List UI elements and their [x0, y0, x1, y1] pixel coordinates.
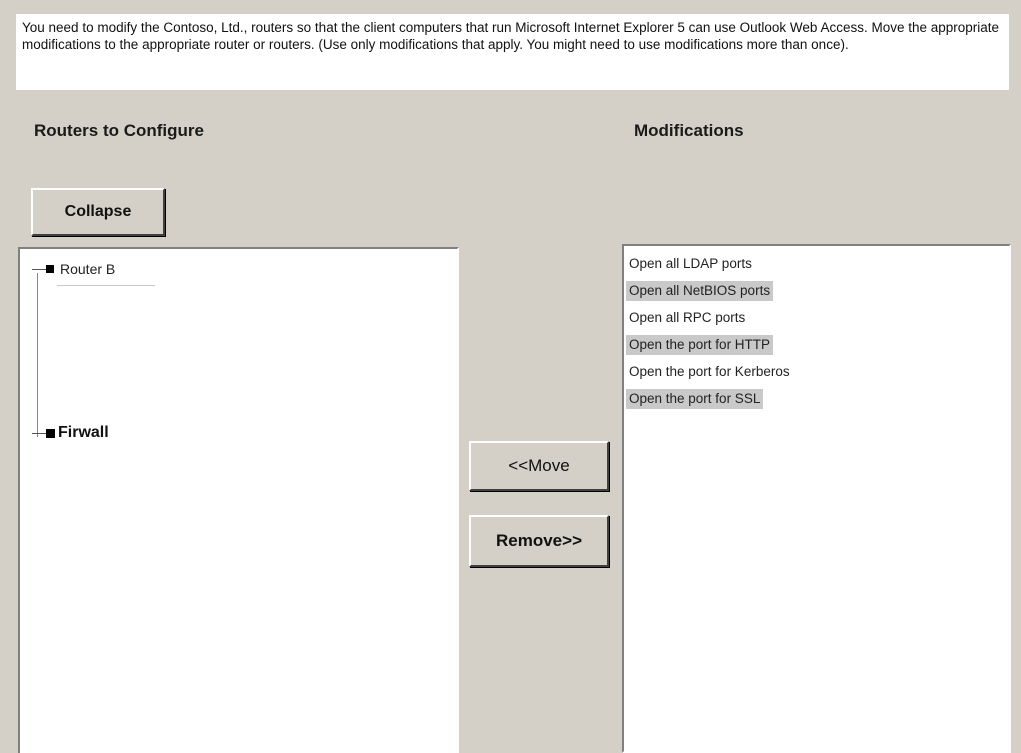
move-button[interactable]: <<Move	[469, 441, 609, 491]
tree-node-label: Firwall	[58, 424, 109, 441]
modification-rpc[interactable]: Open all RPC ports	[626, 308, 748, 328]
modification-ssl[interactable]: Open the port for SSL	[626, 389, 764, 409]
square-node-icon	[46, 265, 54, 273]
modification-kerberos[interactable]: Open the port for Kerberos	[626, 362, 793, 382]
square-node-icon	[46, 428, 55, 438]
modification-ldap[interactable]: Open all LDAP ports	[626, 254, 755, 274]
node-drop-line	[57, 285, 155, 286]
tree-node-label: Router B	[60, 261, 116, 277]
modification-netbios[interactable]: Open all NetBIOS ports	[626, 281, 774, 301]
tree-connector-line	[37, 273, 38, 437]
list-item: Open the port for SSL	[626, 389, 1009, 416]
list-item: Open the port for HTTP	[626, 335, 1009, 362]
list-item: Open all RPC ports	[626, 308, 1009, 335]
tree-node-firwall[interactable]: Firwall	[32, 424, 109, 442]
modifications-title: Modifications	[634, 121, 744, 140]
routers-title: Routers to Configure	[34, 121, 204, 140]
modification-http[interactable]: Open the port for HTTP	[626, 335, 774, 355]
tree-branch-line	[32, 432, 46, 434]
remove-button[interactable]: Remove>>	[469, 515, 609, 567]
modifications-list-panel[interactable]: Open all LDAP ports Open all NetBIOS por…	[622, 244, 1011, 753]
list-item: Open the port for Kerberos	[626, 362, 1009, 389]
collapse-button[interactable]: Collapse	[31, 188, 165, 236]
tree-branch-line	[32, 268, 46, 270]
modifications-list: Open all LDAP ports Open all NetBIOS por…	[624, 246, 1009, 416]
list-item: Open all LDAP ports	[626, 254, 1009, 281]
instructions-text: You need to modify the Contoso, Ltd., ro…	[16, 14, 1009, 90]
list-item: Open all NetBIOS ports	[626, 281, 1009, 308]
routers-tree-panel[interactable]: Router B Firwall	[18, 247, 459, 753]
tree-node-router-b[interactable]: Router B	[32, 261, 155, 286]
